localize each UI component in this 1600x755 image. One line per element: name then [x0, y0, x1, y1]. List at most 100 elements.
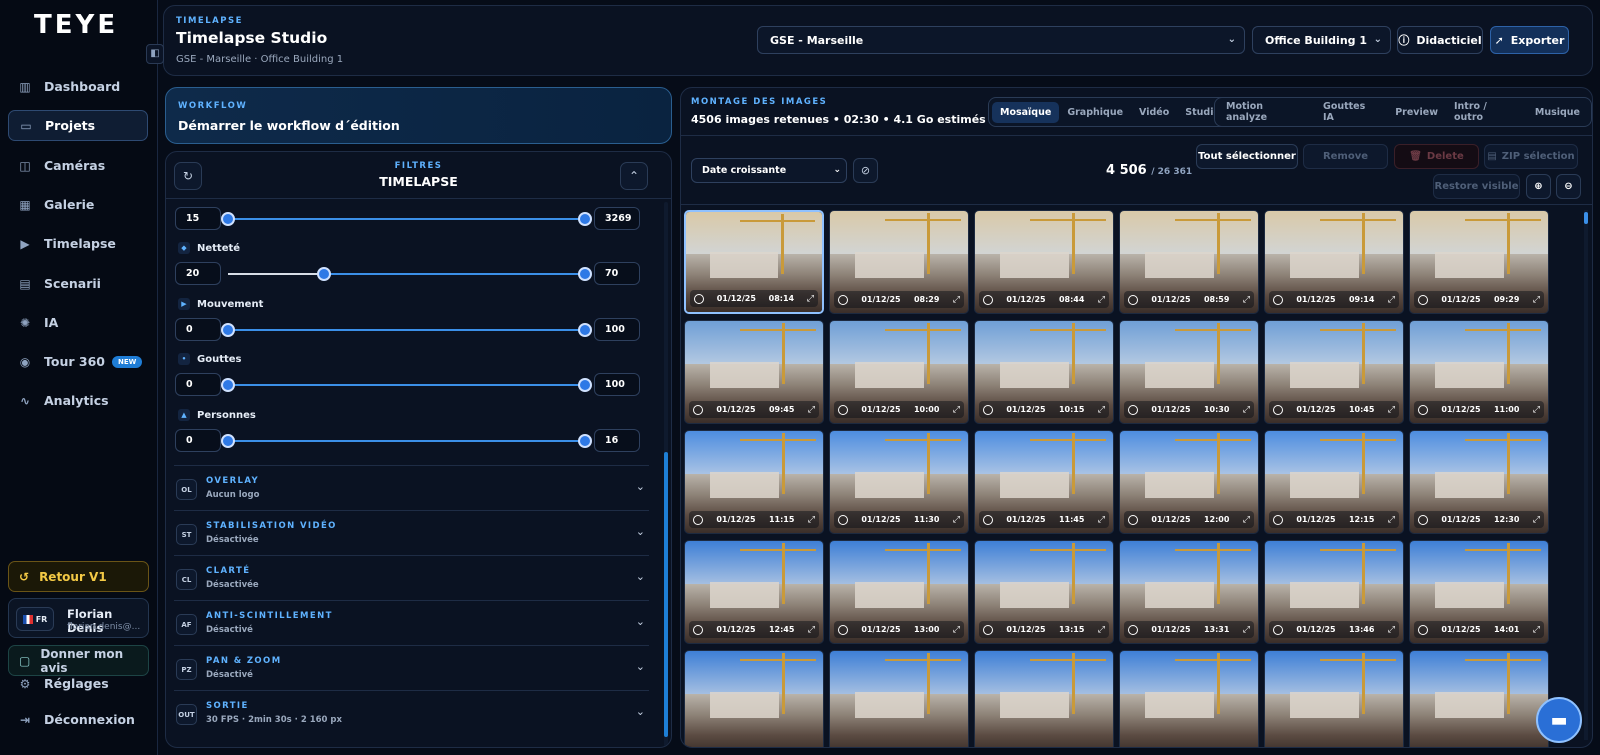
select-circle-icon[interactable]: [1128, 294, 1138, 305]
select-circle-icon[interactable]: [838, 514, 848, 525]
section-cl[interactable]: CL CLARTÉ Désactivée ⌄: [174, 555, 649, 600]
select-circle-icon[interactable]: [983, 294, 993, 305]
grid-scroll-thumb[interactable]: [1584, 212, 1588, 224]
range-max-handle[interactable]: [578, 434, 592, 448]
select-circle-icon[interactable]: [1273, 404, 1283, 415]
select-all-button[interactable]: Tout sélectionner: [1196, 144, 1298, 169]
expand-icon[interactable]: ⤢: [953, 295, 960, 305]
image-thumbnail[interactable]: 01/12/25 13:00 ⤢: [829, 540, 969, 644]
image-thumbnail[interactable]: 01/12/25 13:15 ⤢: [974, 540, 1114, 644]
filters-scroll-thumb[interactable]: [664, 452, 668, 737]
expand-icon[interactable]: ⤢: [1098, 515, 1105, 525]
image-thumbnail[interactable]: 01/12/25 14:01 ⤢: [1409, 540, 1549, 644]
range-track[interactable]: [221, 212, 592, 226]
sidebar-item-projets[interactable]: ▭ Projets: [8, 110, 148, 141]
tab-musique[interactable]: Musique: [1527, 102, 1588, 123]
expand-icon[interactable]: ⤢: [1533, 625, 1540, 635]
sort-select[interactable]: Date croissante ⌄: [691, 158, 847, 183]
expand-icon[interactable]: ⤢: [808, 515, 815, 525]
expand-icon[interactable]: ⤢: [1243, 405, 1250, 415]
range-max-input[interactable]: 16: [594, 429, 640, 452]
image-thumbnail[interactable]: 01/12/25 10:00 ⤢: [829, 320, 969, 424]
expand-icon[interactable]: ⤢: [953, 515, 960, 525]
range-min-handle[interactable]: [221, 323, 235, 337]
range-max-handle[interactable]: [578, 323, 592, 337]
select-circle-icon[interactable]: [1418, 624, 1428, 635]
image-thumbnail[interactable]: 01/12/25 09:14 ⤢: [1264, 210, 1404, 314]
site-select[interactable]: GSE - Marseille ⌄: [757, 26, 1245, 54]
tab-vid-o[interactable]: Vidéo: [1131, 102, 1177, 123]
expand-icon[interactable]: ⤢: [1098, 405, 1105, 415]
collapse-sidebar-button[interactable]: ◧: [146, 44, 164, 64]
expand-icon[interactable]: ⤢: [953, 625, 960, 635]
toggle-hidden-button[interactable]: ⊘: [853, 158, 878, 183]
building-select[interactable]: Office Building 1 ⌄: [1252, 26, 1391, 54]
image-thumbnail[interactable]: [1264, 650, 1404, 747]
tab-gouttes-ia[interactable]: Gouttes IA: [1315, 96, 1387, 128]
zoom-in-button[interactable]: ⊕: [1526, 174, 1551, 199]
sidebar-item-cam-ras[interactable]: ◫ Caméras: [8, 150, 148, 181]
logout-link[interactable]: ⇥ Déconnexion: [8, 704, 148, 735]
select-circle-icon[interactable]: [983, 624, 993, 635]
range-max-input[interactable]: 100: [594, 318, 640, 341]
select-circle-icon[interactable]: [1128, 514, 1138, 525]
select-circle-icon[interactable]: [1418, 404, 1428, 415]
range-track[interactable]: [221, 323, 592, 337]
image-thumbnail[interactable]: 01/12/25 10:30 ⤢: [1119, 320, 1259, 424]
retour-v1-button[interactable]: ↺ Retour V1: [8, 561, 149, 592]
teye-logo[interactable]: TEYE: [34, 10, 118, 40]
range-min-input[interactable]: 15: [175, 207, 221, 230]
sidebar-item-dashboard[interactable]: ▥ Dashboard: [8, 71, 148, 102]
expand-icon[interactable]: ⤢: [1243, 515, 1250, 525]
select-circle-icon[interactable]: [1273, 514, 1283, 525]
range-max-input[interactable]: 3269: [594, 207, 640, 230]
tab-graphique[interactable]: Graphique: [1059, 102, 1131, 123]
language-flag[interactable]: FR: [16, 607, 54, 631]
image-thumbnail[interactable]: 01/12/25 11:45 ⤢: [974, 430, 1114, 534]
section-ol[interactable]: OL OVERLAY Aucun logo ⌄: [174, 465, 649, 510]
expand-icon[interactable]: ⤢: [807, 294, 814, 304]
select-circle-icon[interactable]: [1418, 294, 1428, 305]
expand-icon[interactable]: ⤢: [1243, 295, 1250, 305]
range-max-handle[interactable]: [578, 378, 592, 392]
image-thumbnail[interactable]: 01/12/25 12:00 ⤢: [1119, 430, 1259, 534]
select-circle-icon[interactable]: [693, 514, 703, 525]
restore-visible-button[interactable]: Restore visible: [1433, 174, 1520, 199]
image-thumbnail[interactable]: 01/12/25 10:45 ⤢: [1264, 320, 1404, 424]
image-thumbnail[interactable]: 01/12/25 10:15 ⤢: [974, 320, 1114, 424]
select-circle-icon[interactable]: [838, 294, 848, 305]
image-thumbnail[interactable]: [974, 650, 1114, 747]
range-min-input[interactable]: 0: [175, 373, 221, 396]
sidebar-item-timelapse[interactable]: ▶ Timelapse: [8, 228, 148, 259]
range-track[interactable]: [228, 267, 592, 281]
section-out[interactable]: OUT SORTIE 30 FPS · 2min 30s · 2 160 px ⌄: [174, 690, 649, 735]
expand-icon[interactable]: ⤢: [953, 405, 960, 415]
sidebar-item-scenarii[interactable]: ▤ Scenarii: [8, 268, 148, 299]
select-circle-icon[interactable]: [694, 293, 704, 304]
image-thumbnail[interactable]: [1409, 650, 1549, 747]
image-thumbnail[interactable]: 01/12/25 09:29 ⤢: [1409, 210, 1549, 314]
range-min-handle[interactable]: [221, 434, 235, 448]
select-circle-icon[interactable]: [983, 404, 993, 415]
select-circle-icon[interactable]: [693, 404, 703, 415]
user-card[interactable]: FR Florian Denis florian.denis@...: [8, 598, 149, 638]
range-min-input[interactable]: 20: [175, 262, 221, 285]
select-circle-icon[interactable]: [838, 624, 848, 635]
select-circle-icon[interactable]: [1418, 514, 1428, 525]
expand-icon[interactable]: ⤢: [808, 405, 815, 415]
delete-button[interactable]: 🗑 Delete: [1394, 144, 1479, 169]
collapse-filters-button[interactable]: ⌃: [620, 162, 648, 190]
select-circle-icon[interactable]: [1273, 624, 1283, 635]
select-circle-icon[interactable]: [838, 404, 848, 415]
range-track[interactable]: [221, 378, 592, 392]
section-st[interactable]: ST STABILISATION VIDÉO Désactivée ⌄: [174, 510, 649, 555]
sidebar-item-galerie[interactable]: ▦ Galerie: [8, 189, 148, 220]
select-circle-icon[interactable]: [1273, 294, 1283, 305]
image-thumbnail[interactable]: [829, 650, 969, 747]
range-min-handle[interactable]: [221, 212, 235, 226]
image-thumbnail[interactable]: [684, 650, 824, 747]
expand-icon[interactable]: ⤢: [1388, 295, 1395, 305]
range-min-input[interactable]: 0: [175, 429, 221, 452]
select-circle-icon[interactable]: [983, 514, 993, 525]
range-max-input[interactable]: 70: [594, 262, 640, 285]
